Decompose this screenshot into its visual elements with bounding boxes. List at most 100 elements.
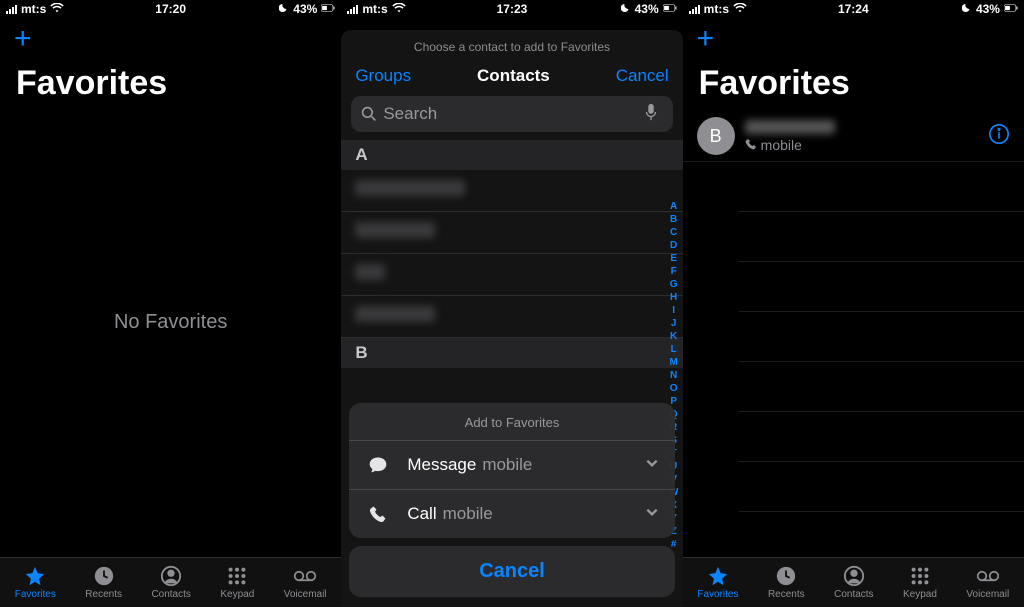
status-time: 17:20 [155,2,186,16]
battery-label: 43% [293,2,317,16]
sheet-row-label: Call [407,504,436,524]
tab-label: Voicemail [966,589,1009,600]
screen-contact-picker: mt:s 17:23 43% Choose a contact to add t… [341,0,682,607]
dictate-icon[interactable] [645,103,663,126]
contact-row[interactable] [341,296,682,338]
status-time: 17:23 [497,2,528,16]
index-letter[interactable]: H [668,291,680,304]
contact-row[interactable] [341,170,682,212]
search-icon [361,106,377,122]
moon-icon [279,2,289,16]
contact-name-redacted [355,180,465,196]
list-row-separator [739,262,1024,312]
tab-keypad[interactable]: Keypad [220,565,254,600]
tab-recents[interactable]: Recents [85,565,122,600]
sheet-title: Add to Favorites [349,403,674,440]
index-letter[interactable]: A [668,200,680,213]
battery-label: 43% [976,2,1000,16]
screen-favorites-populated: mt:s 17:24 43% + Favorites B mobile [683,0,1024,607]
index-letter[interactable]: N [668,369,680,382]
moon-icon [621,2,631,16]
wifi-icon [50,2,64,16]
clock-icon [92,565,116,587]
signal-icon [689,5,700,14]
tab-favorites[interactable]: Favorites [15,565,56,600]
add-button[interactable]: + [683,18,1024,60]
info-button[interactable] [988,123,1010,150]
phone-icon [365,505,391,523]
tab-label: Recents [85,589,122,600]
status-bar: mt:s 17:23 43% [341,0,682,18]
signal-icon [6,5,17,14]
signal-icon [347,5,358,14]
index-letter[interactable]: K [668,330,680,343]
page-title: Favorites [0,60,341,111]
moon-icon [962,2,972,16]
sheet-row-call[interactable]: Call mobile [349,489,674,538]
tab-recents[interactable]: Recents [768,565,805,600]
tab-label: Keypad [220,589,254,600]
index-letter[interactable]: G [668,278,680,291]
tab-keypad[interactable]: Keypad [903,565,937,600]
sheet-row-message[interactable]: Message mobile [349,440,674,489]
tab-voicemail[interactable]: Voicemail [284,565,327,600]
tab-contacts[interactable]: Contacts [151,565,190,600]
search-input[interactable]: Search [351,96,672,132]
index-letter[interactable]: J [668,317,680,330]
carrier-label: mt:s [704,2,729,16]
wifi-icon [392,2,406,16]
list-row-separator [739,312,1024,362]
index-letter[interactable]: M [668,356,680,369]
list-row-separator [739,212,1024,262]
battery-icon [663,2,677,16]
carrier-label: mt:s [21,2,46,16]
tab-label: Contacts [151,589,190,600]
index-letter[interactable]: O [668,382,680,395]
tab-contacts[interactable]: Contacts [834,565,873,600]
contact-row[interactable] [341,212,682,254]
cancel-button[interactable]: Cancel [616,66,669,86]
keypad-icon [225,565,249,587]
status-time: 17:24 [838,2,869,16]
list-row-separator [739,362,1024,412]
person-circle-icon [842,565,866,587]
wifi-icon [733,2,747,16]
modal-title: Contacts [477,66,550,86]
favorite-row[interactable]: B mobile [683,111,1024,162]
chevron-down-icon [645,455,659,475]
tab-favorites[interactable]: Favorites [697,565,738,600]
voicemail-icon [293,565,317,587]
sheet-row-label: Message [407,455,476,475]
contact-name-redacted [355,306,435,322]
search-placeholder: Search [383,104,437,124]
battery-icon [1004,2,1018,16]
favorite-name-redacted [745,120,835,134]
sheet-cancel-button[interactable]: Cancel [349,546,674,597]
index-letter[interactable]: B [668,213,680,226]
sheet-row-meta: mobile [443,504,493,524]
star-icon [706,565,730,587]
index-letter[interactable]: L [668,343,680,356]
battery-icon [321,2,335,16]
carrier-label: mt:s [362,2,387,16]
tab-label: Contacts [834,589,873,600]
section-header: B [341,338,682,368]
tab-label: Favorites [15,589,56,600]
add-button[interactable]: + [0,18,341,60]
index-letter[interactable]: C [668,226,680,239]
contact-row[interactable] [341,254,682,296]
tab-voicemail[interactable]: Voicemail [966,565,1009,600]
message-icon [365,455,391,475]
groups-button[interactable]: Groups [355,66,411,86]
screen-favorites-empty: mt:s 17:20 43% + Favorites No Favorites … [0,0,341,607]
page-title: Favorites [683,60,1024,111]
contact-name-redacted [355,222,435,238]
index-letter[interactable]: E [668,252,680,265]
tab-bar: Favorites Recents Contacts Keypad Voicem… [683,557,1024,607]
index-letter[interactable]: D [668,239,680,252]
tab-label: Keypad [903,589,937,600]
status-bar: mt:s 17:24 43% [683,0,1024,18]
empty-state: No Favorites [0,311,341,334]
index-letter[interactable]: I [668,304,680,317]
index-letter[interactable]: F [668,265,680,278]
